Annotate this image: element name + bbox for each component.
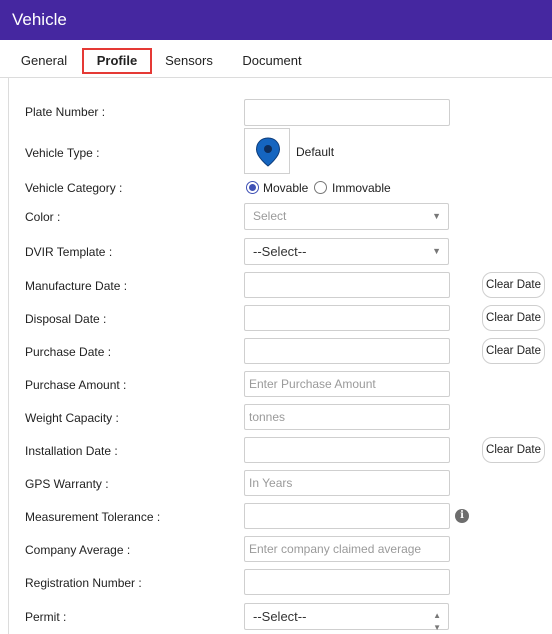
manufacture-date-input[interactable] [244, 272, 450, 298]
purchase-amount-input[interactable] [244, 371, 450, 397]
color-select-value: Select [253, 209, 287, 223]
installation-date-label: Installation Date : [25, 444, 118, 458]
immovable-radio-label: Immovable [332, 181, 391, 195]
color-label: Color : [25, 210, 61, 224]
purchase-date-input[interactable] [244, 338, 450, 364]
caret-down-icon: ▼ [432, 246, 441, 256]
dvir-template-label: DVIR Template : [25, 245, 113, 259]
measurement-tolerance-label: Measurement Tolerance : [25, 510, 161, 524]
permit-label: Permit : [25, 610, 67, 624]
permit-select[interactable]: --Select-- ▲ ▼ [244, 603, 449, 632]
weight-capacity-input[interactable] [244, 404, 450, 430]
tab-general[interactable]: General [12, 48, 76, 74]
installation-date-input[interactable] [244, 437, 450, 463]
dvir-template-select-value: --Select-- [253, 244, 307, 259]
registration-number-input[interactable] [244, 569, 450, 595]
purchase-date-label: Purchase Date : [25, 345, 112, 359]
movable-radio[interactable] [246, 181, 259, 194]
tab-profile[interactable]: Profile [82, 48, 152, 74]
plate-number-label: Plate Number : [25, 105, 106, 119]
sort-arrows-icon: ▲ ▼ [433, 611, 441, 632]
immovable-radio[interactable] [314, 181, 327, 194]
tab-bar: General Profile Sensors Document [0, 40, 552, 78]
disposal-date-input[interactable] [244, 305, 450, 331]
weight-capacity-label: Weight Capacity : [25, 411, 119, 425]
vehicle-type-value: Default [296, 145, 335, 159]
company-average-input[interactable] [244, 536, 450, 562]
page-title: Vehicle [12, 10, 67, 29]
map-pin-icon [255, 137, 281, 167]
company-average-label: Company Average : [25, 543, 131, 557]
registration-number-label: Registration Number : [25, 576, 142, 590]
dvir-template-select[interactable]: --Select-- ▼ [244, 238, 449, 265]
tab-sensors[interactable]: Sensors [160, 48, 218, 74]
measurement-tolerance-input[interactable] [244, 503, 450, 529]
movable-radio-label: Movable [263, 181, 309, 195]
page-header: Vehicle [0, 0, 552, 40]
gps-warranty-input[interactable] [244, 470, 450, 496]
disposal-date-clear-button[interactable]: Clear Date [482, 305, 545, 331]
info-icon[interactable]: i [455, 509, 469, 523]
gps-warranty-label: GPS Warranty : [25, 477, 109, 491]
vehicle-type-label: Vehicle Type : [25, 146, 100, 160]
purchase-date-clear-button[interactable]: Clear Date [482, 338, 545, 364]
color-select[interactable]: Select ▼ [244, 203, 449, 230]
purchase-amount-label: Purchase Amount : [25, 378, 127, 392]
caret-down-icon: ▼ [432, 211, 441, 221]
manufacture-date-clear-button[interactable]: Clear Date [482, 272, 545, 298]
manufacture-date-label: Manufacture Date : [25, 279, 128, 293]
installation-date-clear-button[interactable]: Clear Date [482, 437, 545, 463]
disposal-date-label: Disposal Date : [25, 312, 107, 326]
permit-select-value: --Select-- [253, 609, 307, 624]
tab-document[interactable]: Document [236, 48, 308, 74]
vehicle-category-label: Vehicle Category : [25, 181, 123, 195]
vehicle-type-picker[interactable] [244, 128, 290, 174]
plate-number-input[interactable] [244, 99, 450, 126]
